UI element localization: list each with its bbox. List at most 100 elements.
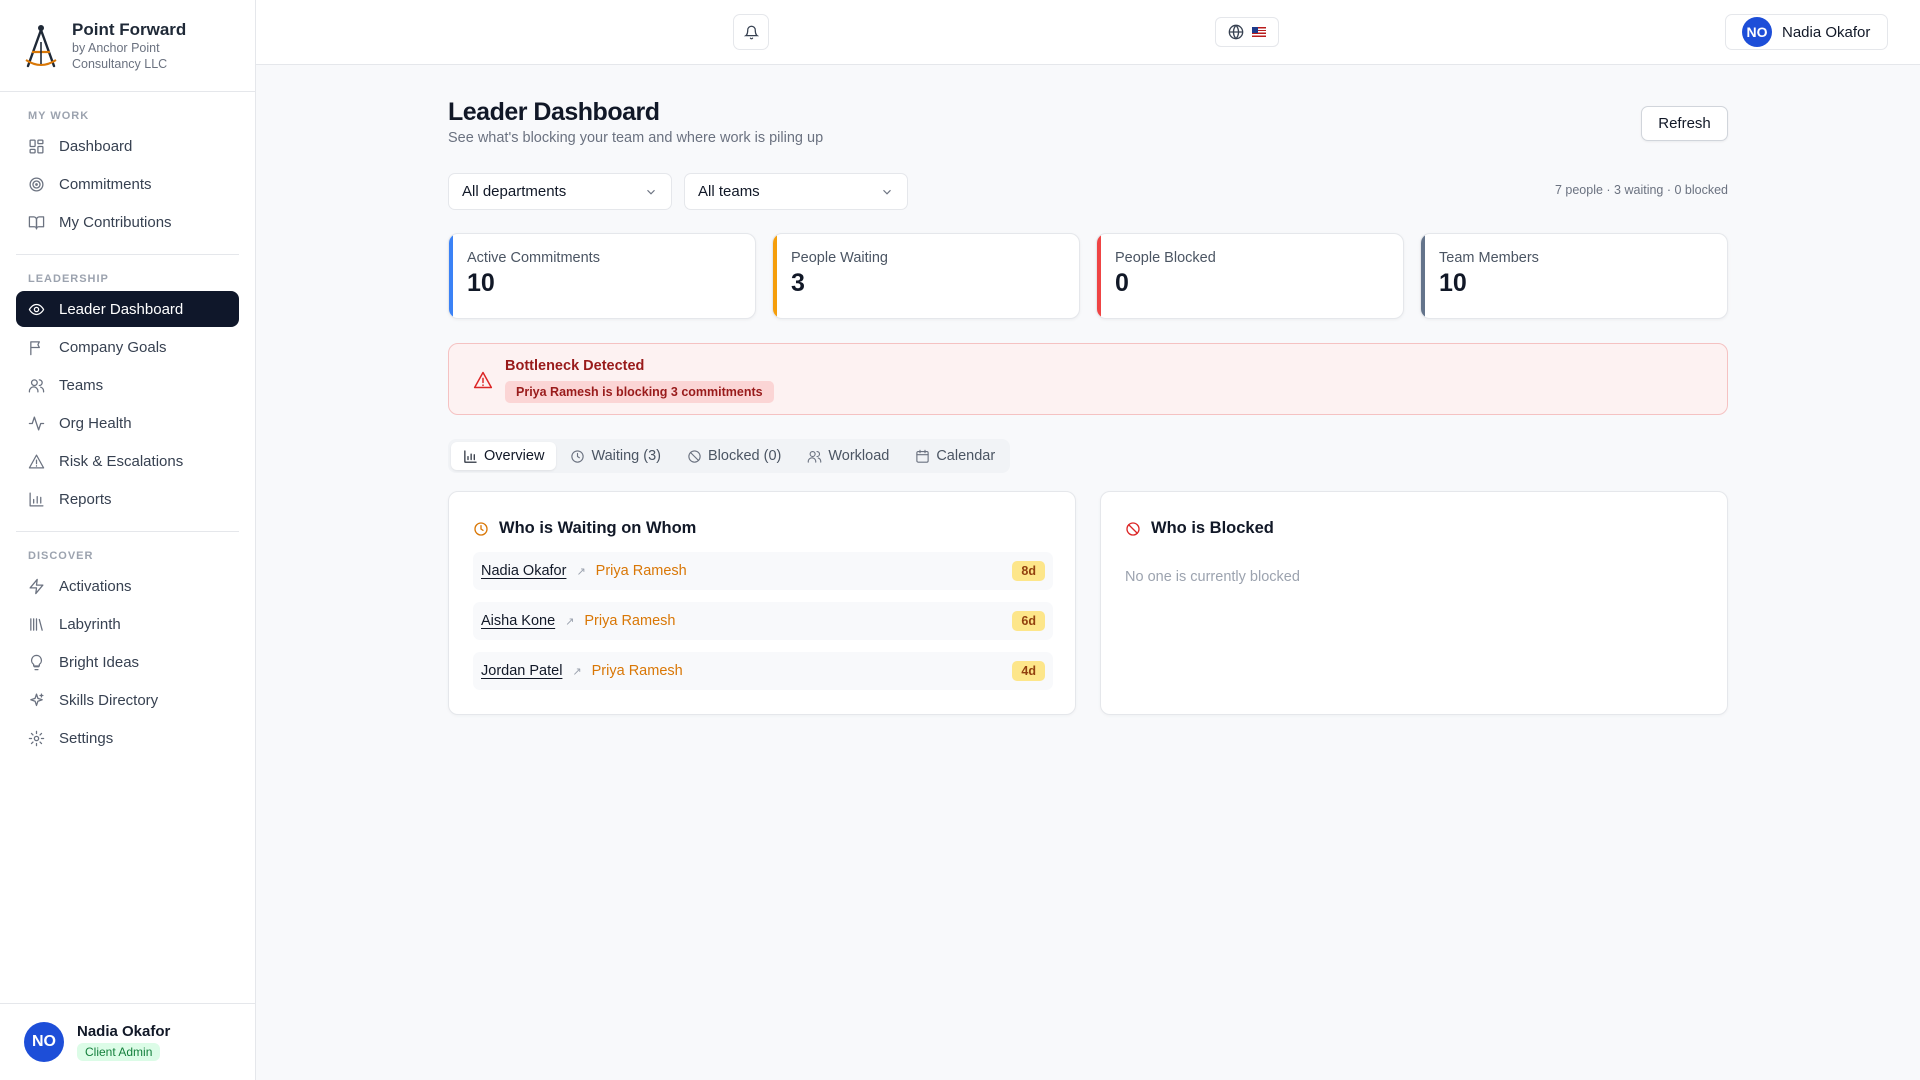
sidebar-item-leader-dashboard[interactable]: Leader Dashboard <box>16 291 239 327</box>
tab-overview[interactable]: Overview <box>451 442 557 470</box>
sidebar-item-my-contributions[interactable]: My Contributions <box>16 204 239 240</box>
eye-icon <box>28 303 45 315</box>
stat-value: 10 <box>467 269 495 297</box>
list-item[interactable]: Nadia Okafor ↗ Priya Ramesh 8d <box>473 552 1053 590</box>
sidebar-user-profile[interactable]: NO Nadia Okafor Client Admin <box>0 1003 256 1080</box>
role-badge: Client Admin <box>77 1043 161 1061</box>
list-item[interactable]: Aisha Kone ↗ Priya Ramesh 6d <box>473 602 1053 640</box>
sidebar-item-activations[interactable]: Activations <box>16 568 239 604</box>
days-waiting-badge: 8d <box>1012 561 1045 581</box>
blocked-panel: Who is Blocked No one is currently block… <box>1100 491 1728 715</box>
nav-heading: DISCOVER <box>28 550 94 562</box>
language-selector[interactable] <box>1215 17 1279 47</box>
user-name: Nadia Okafor <box>1782 23 1871 41</box>
tab-workload[interactable]: Workload <box>795 442 901 470</box>
us-flag-icon <box>1252 27 1266 37</box>
brand-subtitle-line1: by Anchor Point <box>72 40 160 55</box>
alert-message-badge: Priya Ramesh is blocking 3 commitments <box>505 381 774 403</box>
stat-value: 3 <box>791 269 805 297</box>
list-item[interactable]: Jordan Patel ↗ Priya Ramesh 4d <box>473 652 1053 690</box>
gear-icon <box>28 730 45 746</box>
bar-chart-icon <box>29 491 44 507</box>
sidebar-item-label: My Contributions <box>59 213 172 231</box>
page-title: Leader Dashboard <box>448 98 660 126</box>
lightbulb-icon <box>30 654 43 670</box>
nav-heading: LEADERSHIP <box>28 273 109 285</box>
sidebar-item-label: Bright Ideas <box>59 653 140 671</box>
sidebar-item-label: Activations <box>59 577 132 595</box>
user-menu-button[interactable]: NO Nadia Okafor <box>1725 14 1888 50</box>
arrow-up-right-icon: ↗ <box>576 565 586 578</box>
activity-icon <box>28 415 45 431</box>
sidebar-item-org-health[interactable]: Org Health <box>16 405 239 441</box>
stat-label: Team Members <box>1439 250 1539 266</box>
brand[interactable]: Point Forward by Anchor Point Consultanc… <box>0 0 255 92</box>
sidebar-item-settings[interactable]: Settings <box>16 720 239 756</box>
arrow-up-right-icon: ↗ <box>565 615 575 628</box>
team-filter-value: All teams <box>698 183 760 200</box>
target-icon <box>29 176 44 192</box>
sidebar-item-risk-escalations[interactable]: Risk & Escalations <box>16 443 239 479</box>
panel-header: Who is Blocked <box>1125 519 1274 538</box>
sidebar-item-label: Labyrinth <box>59 615 121 633</box>
bar-chart-icon <box>464 449 477 463</box>
zap-icon <box>29 578 44 594</box>
nav-heading: MY WORK <box>28 110 90 122</box>
sidebar-item-label: Org Health <box>59 414 132 432</box>
sidebar-item-teams[interactable]: Teams <box>16 367 239 403</box>
team-filter[interactable]: All teams <box>684 173 908 210</box>
tab-bar: Overview Waiting (3) Blocked (0) Workloa… <box>448 439 1011 473</box>
flag-icon <box>30 340 40 355</box>
sidebar-item-label: Teams <box>59 376 104 394</box>
panel-title: Who is Waiting on Whom <box>499 519 697 537</box>
sidebar-item-labyrinth[interactable]: Labyrinth <box>16 606 239 642</box>
department-filter[interactable]: All departments <box>448 173 672 210</box>
tab-waiting[interactable]: Waiting (3) <box>558 442 673 470</box>
alert-title: Bottleneck Detected <box>505 358 645 374</box>
blocker-name: Priya Ramesh <box>584 613 676 629</box>
tab-label: Workload <box>828 448 890 464</box>
notifications-button[interactable] <box>733 14 769 50</box>
sidebar-item-label: Settings <box>59 729 114 747</box>
sidebar-item-label: Leader Dashboard <box>59 300 184 318</box>
waiter-name[interactable]: Nadia Okafor <box>481 563 566 579</box>
waiter-name[interactable]: Jordan Patel <box>481 663 562 679</box>
stat-value: 10 <box>1439 269 1467 297</box>
sidebar-item-label: Reports <box>59 490 112 508</box>
sidebar-item-bright-ideas[interactable]: Bright Ideas <box>16 644 239 680</box>
tab-label: Calendar <box>936 448 996 464</box>
empty-state-text: No one is currently blocked <box>1125 569 1300 585</box>
tab-calendar[interactable]: Calendar <box>903 442 1007 470</box>
clock-icon <box>571 449 585 463</box>
sidebar-item-commitments[interactable]: Commitments <box>16 166 239 202</box>
summary-text: 7 people · 3 waiting · 0 blocked <box>1554 183 1728 197</box>
alert-triangle-icon <box>473 371 493 389</box>
tab-label: Waiting (3) <box>591 448 661 464</box>
brand-title: Point Forward <box>72 19 187 39</box>
nav-section-leadership: LEADERSHIP Leader Dashboard Company Goal… <box>0 255 255 517</box>
users-icon <box>808 450 822 463</box>
blocker-name: Priya Ramesh <box>591 663 683 679</box>
sidebar-item-reports[interactable]: Reports <box>16 481 239 517</box>
panel-title: Who is Blocked <box>1151 519 1274 537</box>
stat-label: Active Commitments <box>467 250 600 266</box>
refresh-button[interactable]: Refresh <box>1641 106 1728 141</box>
blocker-name: Priya Ramesh <box>595 563 687 579</box>
sidebar-item-skills-directory[interactable]: Skills Directory <box>16 682 239 718</box>
bell-icon <box>743 25 759 39</box>
waiter-name[interactable]: Aisha Kone <box>481 613 555 629</box>
sidebar-item-company-goals[interactable]: Company Goals <box>16 329 239 365</box>
calendar-icon <box>916 449 930 463</box>
bottleneck-alert: Bottleneck Detected Priya Ramesh is bloc… <box>448 343 1728 415</box>
tab-blocked[interactable]: Blocked (0) <box>675 442 793 470</box>
book-icon <box>28 215 45 230</box>
sidebar-item-label: Skills Directory <box>59 691 159 709</box>
compass-logo-icon <box>25 24 57 67</box>
sidebar-item-label: Company Goals <box>59 338 167 356</box>
waiting-panel: Who is Waiting on Whom Nadia Okafor ↗ Pr… <box>448 491 1076 715</box>
alert-triangle-icon <box>28 453 45 469</box>
sidebar: Point Forward by Anchor Point Consultanc… <box>0 0 256 1080</box>
ban-icon <box>1126 521 1140 536</box>
sidebar-item-dashboard[interactable]: Dashboard <box>16 128 239 164</box>
library-icon <box>30 617 43 631</box>
